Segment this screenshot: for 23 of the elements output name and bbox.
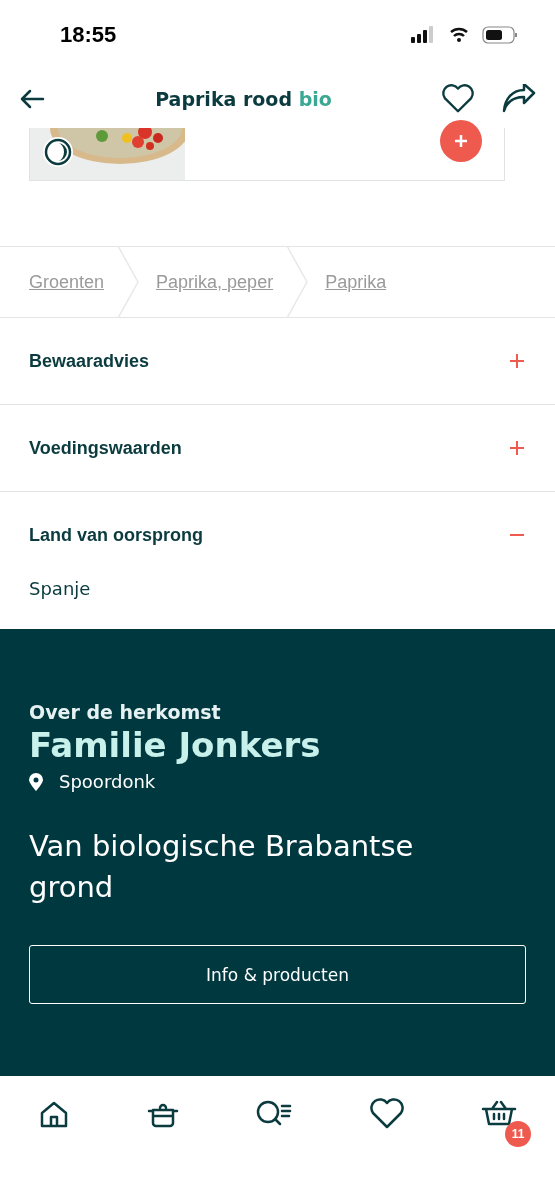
wifi-icon bbox=[449, 27, 469, 42]
section-text: Spanje bbox=[28, 578, 92, 601]
plus-icon bbox=[509, 353, 525, 369]
timer-icon bbox=[44, 138, 72, 166]
minus-icon bbox=[509, 534, 525, 536]
location-pin-icon bbox=[29, 772, 43, 791]
battery-icon bbox=[482, 26, 517, 44]
location-text: Spoordonk bbox=[59, 771, 156, 792]
origin-eyebrow: Over de herkomst bbox=[29, 701, 222, 723]
origin-tagline: Van biologische Brabantse grond bbox=[29, 828, 415, 906]
status-time: 18:55 bbox=[60, 22, 117, 48]
page-title: Paprika rood bio bbox=[154, 88, 333, 110]
heart-icon bbox=[369, 1098, 406, 1130]
cart-count-badge: 11 bbox=[505, 1121, 532, 1147]
plus-icon bbox=[509, 440, 525, 456]
plus-icon bbox=[453, 133, 469, 149]
farmer-name: Familie Jonkers bbox=[29, 725, 322, 765]
add-to-cart-button[interactable] bbox=[440, 120, 482, 162]
share-button[interactable] bbox=[501, 84, 537, 114]
back-button[interactable] bbox=[18, 87, 46, 111]
favorite-button[interactable] bbox=[441, 83, 475, 115]
info-button[interactable]: Info & producten bbox=[29, 945, 526, 1005]
signal-icon bbox=[411, 26, 433, 43]
